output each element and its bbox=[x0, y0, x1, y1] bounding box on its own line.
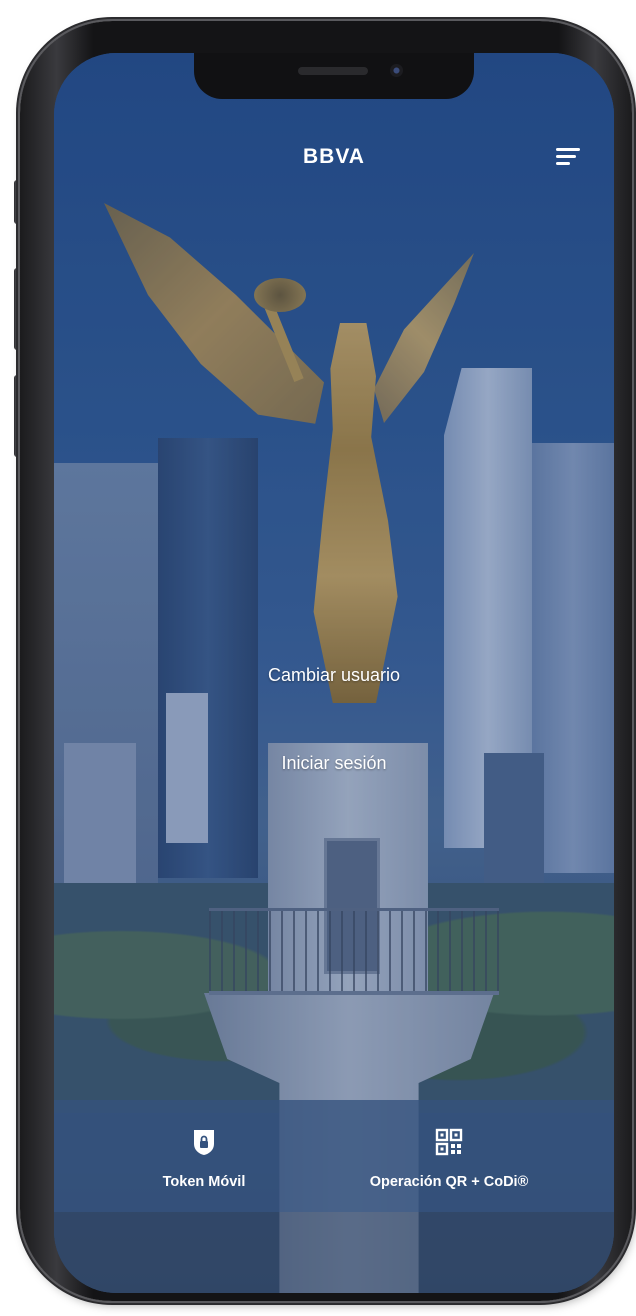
lower-shade bbox=[54, 1212, 614, 1293]
bbva-logo: BBVA bbox=[303, 145, 365, 168]
qr-codi-label: Operación QR + CoDi® bbox=[369, 1174, 529, 1190]
phone-notch bbox=[194, 53, 474, 99]
menu-line bbox=[556, 162, 570, 165]
token-movil-label: Token Móvil bbox=[162, 1174, 246, 1190]
speaker-grille bbox=[298, 67, 368, 75]
menu-line bbox=[556, 155, 576, 158]
app-header: BBVA bbox=[54, 131, 614, 181]
app-screen: BBVA Cambiar usuario Iniciar sesión Toke… bbox=[54, 53, 614, 1293]
front-camera bbox=[390, 64, 403, 77]
quick-actions-bar: Token Móvil Operación QR + CoDi® bbox=[54, 1100, 614, 1212]
device-mockup: BBVA Cambiar usuario Iniciar sesión Toke… bbox=[0, 0, 636, 1316]
login-link[interactable]: Iniciar sesión bbox=[54, 753, 614, 774]
qr-code-icon bbox=[435, 1128, 463, 1156]
token-movil-button[interactable]: Token Móvil bbox=[134, 1100, 274, 1212]
shield-lock-icon bbox=[194, 1130, 214, 1155]
qr-codi-button[interactable]: Operación QR + CoDi® bbox=[354, 1100, 544, 1212]
hamburger-menu-icon[interactable] bbox=[556, 146, 582, 168]
menu-line bbox=[556, 148, 580, 151]
switch-user-link[interactable]: Cambiar usuario bbox=[54, 665, 614, 686]
